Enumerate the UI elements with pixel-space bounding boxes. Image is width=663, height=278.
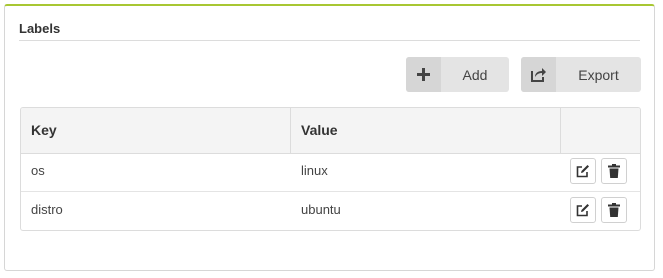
table-row: os linux (21, 153, 640, 192)
export-button[interactable]: Export (521, 57, 641, 92)
title-divider (19, 40, 640, 41)
row-key: distro (31, 202, 63, 217)
edit-button[interactable] (570, 197, 596, 223)
labels-panel: Labels Add Export Key Value os linux dis… (4, 4, 655, 271)
column-header-actions (561, 108, 640, 153)
trash-icon (608, 164, 620, 178)
add-button[interactable]: Add (406, 57, 509, 92)
row-value: linux (301, 163, 328, 178)
trash-icon (608, 203, 620, 217)
section-title: Labels (19, 21, 61, 36)
delete-button[interactable] (601, 197, 627, 223)
table-header: Key Value (21, 108, 640, 154)
export-button-label: Export (578, 66, 619, 83)
edit-button[interactable] (570, 158, 596, 184)
table-row: distro ubuntu (21, 192, 640, 230)
delete-button[interactable] (601, 158, 627, 184)
edit-icon (576, 165, 589, 178)
row-value: ubuntu (301, 202, 341, 217)
share-icon (521, 57, 556, 92)
row-key: os (31, 163, 45, 178)
edit-icon (576, 204, 589, 217)
plus-icon (406, 57, 441, 92)
column-header-key[interactable]: Key (21, 108, 291, 153)
column-header-value[interactable]: Value (291, 108, 561, 153)
add-button-label: Add (462, 66, 488, 83)
labels-table: Key Value os linux distro ubuntu (20, 107, 641, 231)
